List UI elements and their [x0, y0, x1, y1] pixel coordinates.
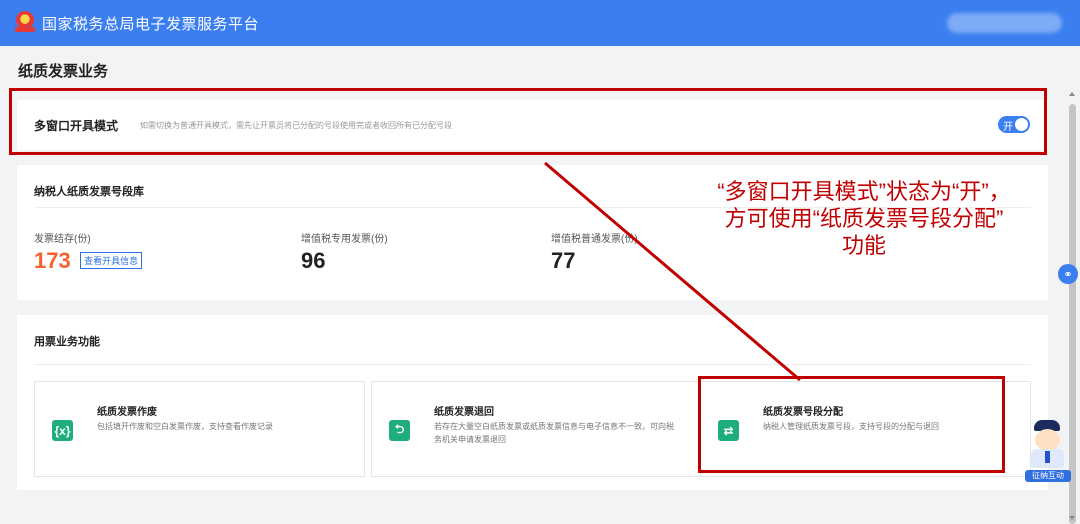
headset-icon[interactable]: ⚭ [1058, 264, 1078, 284]
annotation-text: “多窗口开具模式”状态为“开”， 方可使用“纸质发票号段分配” 功能 [674, 178, 1054, 259]
page-title: 纸质发票业务 [18, 63, 109, 80]
annotation-line-3: 功能 [841, 233, 886, 258]
stat-value: 173 [34, 248, 71, 273]
mascot-tie [1045, 451, 1050, 463]
platform-name: 国家税务总局电子发票服务平台 [42, 15, 260, 33]
top-bar: 国家税务总局电子发票服务平台 [0, 0, 1080, 46]
assistant-badge[interactable]: 征纳互动 [1025, 470, 1071, 482]
tile-desc: 包括填开作废和空白发票作废，支持查看作废记录 [97, 422, 273, 431]
annotation-line-1: “多窗口开具模式”状态为“开”， [717, 179, 1011, 204]
scroll-down-arrow-icon[interactable] [1069, 516, 1075, 520]
tile-void-invoice[interactable]: {x} 纸质发票作废 包括填开作废和空白发票作废，支持查看作废记录 [34, 381, 365, 477]
view-issuance-info-link[interactable]: 查看开具信息 [80, 252, 143, 269]
annotation-box-multi-window [9, 88, 1047, 155]
annotation-line-2: 方可使用“纸质发票号段分配” [724, 206, 1004, 231]
scroll-up-arrow-icon[interactable] [1069, 92, 1075, 96]
tile-name: 纸质发票退回 [434, 407, 494, 418]
mascot-face [1035, 429, 1060, 451]
functions-title: 用票业务功能 [34, 336, 100, 348]
stat-value: 77 [551, 248, 576, 273]
invoice-pool-title: 纳税人纸质发票号段库 [34, 186, 144, 198]
annotation-box-allocate [698, 376, 1005, 473]
tile-name: 纸质发票作废 [97, 407, 157, 418]
tile-return-invoice[interactable]: ⮌ 纸质发票退回 若存在大量空白纸质发票或纸质发票信息与电子信息不一致，可向税务… [371, 381, 702, 477]
user-info-blurred[interactable] [947, 13, 1062, 33]
void-invoice-icon: {x} [52, 420, 73, 441]
stat-invoice-balance: 发票结存(份) 173 查看开具信息 [34, 230, 143, 274]
tile-desc: 若存在大量空白纸质发票或纸质发票信息与电子信息不一致，可向税务机关申请发票退回 [434, 422, 674, 444]
return-invoice-icon: ⮌ [389, 420, 410, 441]
tax-emblem-icon [14, 11, 36, 35]
stat-special-vat: 增值税专用发票(份) 96 [301, 230, 388, 274]
stat-label: 增值税专用发票(份) [301, 234, 388, 245]
stat-value: 96 [301, 248, 326, 273]
divider [34, 364, 1031, 365]
stat-ordinary-vat: 增值税普通发票(份) 77 [551, 230, 638, 274]
stat-label: 发票结存(份) [34, 234, 91, 245]
stat-label: 增值税普通发票(份) [551, 234, 638, 245]
assistant-mascot[interactable]: 征纳互动 [1025, 420, 1071, 482]
